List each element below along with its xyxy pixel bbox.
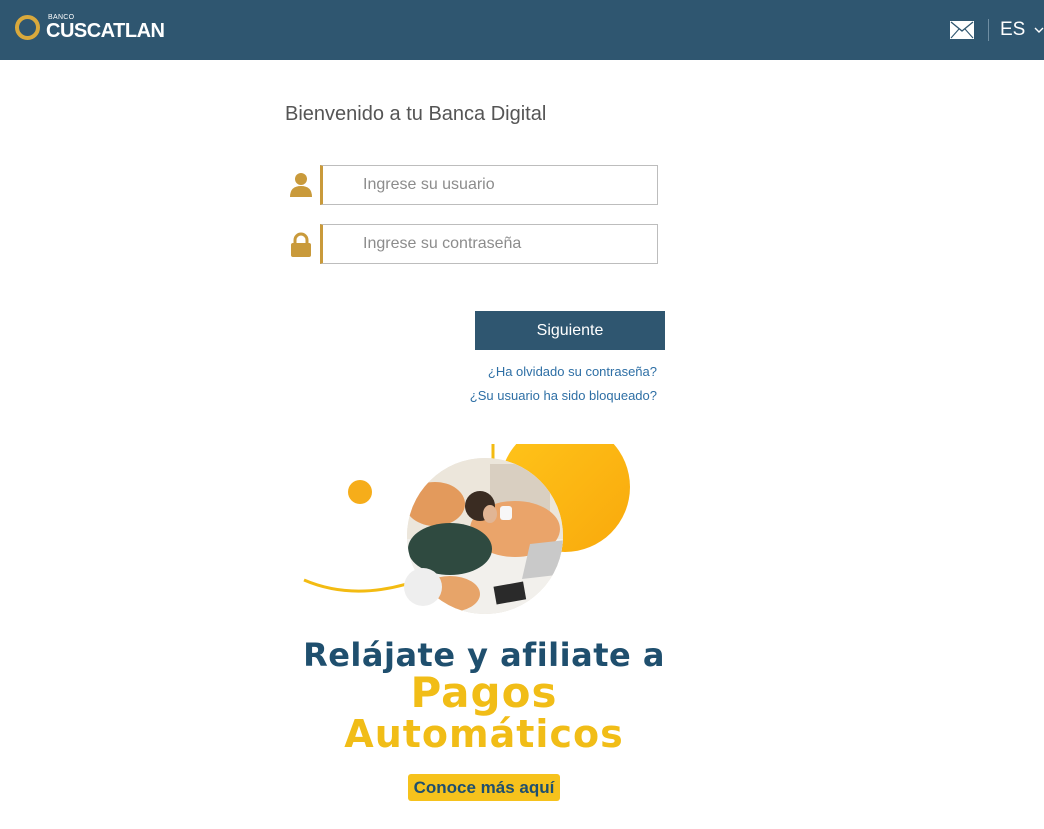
password-input[interactable]: [323, 225, 657, 263]
user-icon: [290, 173, 312, 197]
promo-highlight-1: Pagos: [410, 668, 558, 717]
bank-logo[interactable]: BANCO CUSCATLAN: [15, 14, 175, 44]
password-field[interactable]: [320, 224, 658, 264]
top-header: BANCO CUSCATLAN ES: [0, 0, 1044, 60]
chevron-down-icon: [1034, 27, 1044, 33]
username-field[interactable]: [320, 165, 658, 205]
logo-name: CUSCATLAN: [46, 20, 165, 42]
forgot-password-link[interactable]: ¿Ha olvidado su contraseña?: [488, 364, 657, 379]
lock-icon: [291, 232, 311, 257]
logo-ring-icon: [15, 15, 40, 40]
language-label: ES: [1000, 19, 1026, 40]
mail-button[interactable]: [950, 21, 974, 39]
promo-highlight-2: Automáticos: [344, 712, 624, 756]
promo-illustration: [303, 444, 630, 614]
welcome-title: Bienvenido a tu Banca Digital: [285, 103, 547, 125]
mail-icon: [950, 21, 974, 39]
next-button[interactable]: Siguiente: [475, 311, 665, 350]
user-blocked-link[interactable]: ¿Su usuario ha sido bloqueado?: [470, 388, 657, 403]
language-selector[interactable]: ES: [1000, 18, 1044, 42]
learn-more-button[interactable]: Conoce más aquí: [408, 774, 560, 801]
username-input[interactable]: [323, 166, 657, 204]
header-divider: [988, 19, 989, 41]
